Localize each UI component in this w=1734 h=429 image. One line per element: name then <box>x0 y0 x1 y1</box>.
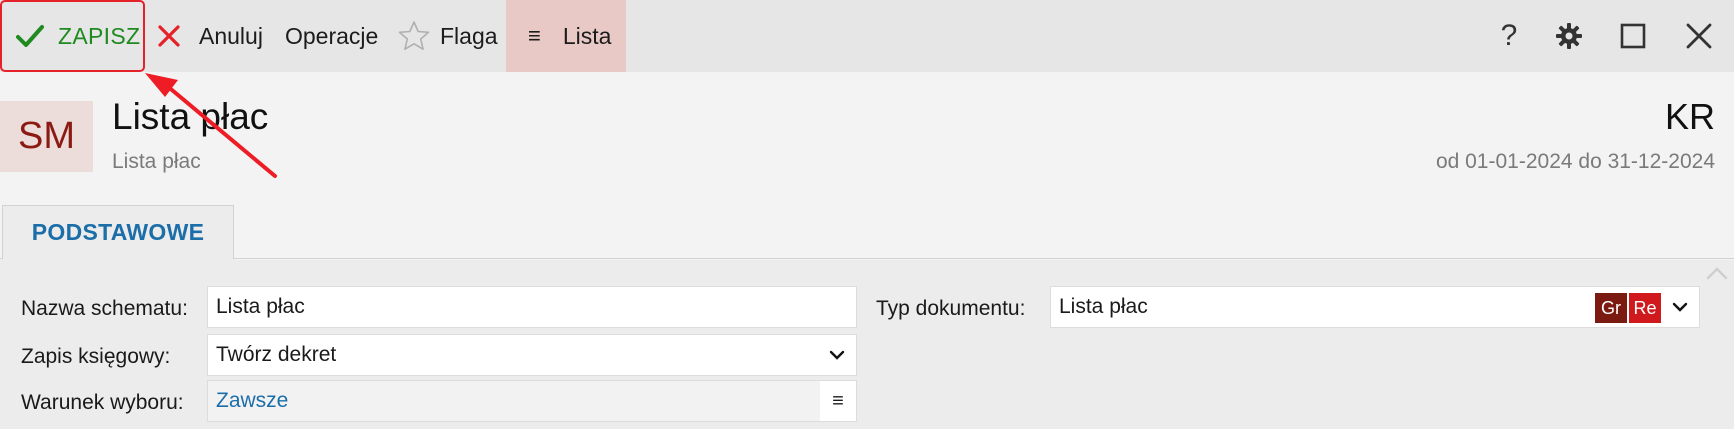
date-range: od 01-01-2024 do 31-12-2024 <box>1435 150 1715 173</box>
cancel-button[interactable]: Anuluj <box>157 0 263 72</box>
page-subtitle: Lista płac <box>112 150 201 173</box>
re-badge-button[interactable]: Re <box>1629 293 1661 323</box>
save-button[interactable]: ZAPISZ <box>0 0 145 72</box>
flag-button[interactable]: Flaga <box>398 0 498 72</box>
flag-label: Flaga <box>440 22 498 49</box>
schema-name-field[interactable]: Lista płac <box>207 286 857 328</box>
tab-strip: PODSTAWOWE <box>0 205 1734 260</box>
chevron-down-icon[interactable] <box>826 343 848 367</box>
schema-name-label: Nazwa schematu: <box>21 297 188 320</box>
scroll-up-icon[interactable] <box>1706 266 1728 280</box>
document-type-field[interactable]: Lista płac Gr Re <box>1050 286 1700 328</box>
toolbar: ZAPISZ Anuluj Operacje Flaga ≡ Lista ? <box>0 0 1734 72</box>
list-label: Lista <box>562 22 612 49</box>
help-icon: ? <box>1500 19 1518 52</box>
gr-badge-button[interactable]: Gr <box>1595 293 1627 323</box>
cancel-label: Anuluj <box>199 22 263 49</box>
form-basic: Nazwa schematu: Lista płac Zapis księgow… <box>0 260 1734 429</box>
close-icon <box>1686 23 1712 49</box>
condition-value-link[interactable]: Zawsze <box>216 389 288 413</box>
star-icon <box>398 21 430 50</box>
accounting-entry-value: Twórz dekret <box>216 343 337 366</box>
document-type-value: Lista płac <box>1059 295 1148 318</box>
checkmark-icon <box>16 25 44 47</box>
condition-field[interactable]: Zawsze ≡ <box>207 380 857 422</box>
page-title: Lista płac <box>112 96 269 137</box>
condition-label: Warunek wyboru: <box>21 391 184 414</box>
gear-icon <box>1556 23 1582 49</box>
record-header: SM Lista płac Lista płac KR od 01-01-202… <box>0 72 1734 205</box>
settings-button[interactable] <box>1545 0 1593 72</box>
schema-name-value: Lista płac <box>216 295 305 318</box>
chevron-down-icon[interactable] <box>1669 295 1691 319</box>
save-label: ZAPISZ <box>58 22 141 49</box>
maximize-icon <box>1620 23 1646 49</box>
list-menu-icon: ≡ <box>528 23 541 48</box>
operations-label: Operacje <box>285 22 379 49</box>
tab-basic[interactable]: PODSTAWOWE <box>2 205 234 260</box>
document-type-label: Typ dokumentu: <box>876 297 1026 320</box>
help-button[interactable]: ? <box>1485 0 1533 72</box>
accounting-entry-select[interactable]: Twórz dekret <box>207 334 857 376</box>
list-button[interactable]: ≡ Lista <box>506 0 626 72</box>
close-x-icon <box>158 25 180 47</box>
close-window-button[interactable] <box>1675 0 1723 72</box>
maximize-button[interactable] <box>1609 0 1657 72</box>
avatar: SM <box>0 101 93 172</box>
operations-button[interactable]: Operacje <box>285 0 378 72</box>
condition-menu-icon[interactable]: ≡ <box>820 381 856 421</box>
unit-code: KR <box>1664 96 1715 137</box>
accounting-entry-label: Zapis księgowy: <box>21 345 171 368</box>
